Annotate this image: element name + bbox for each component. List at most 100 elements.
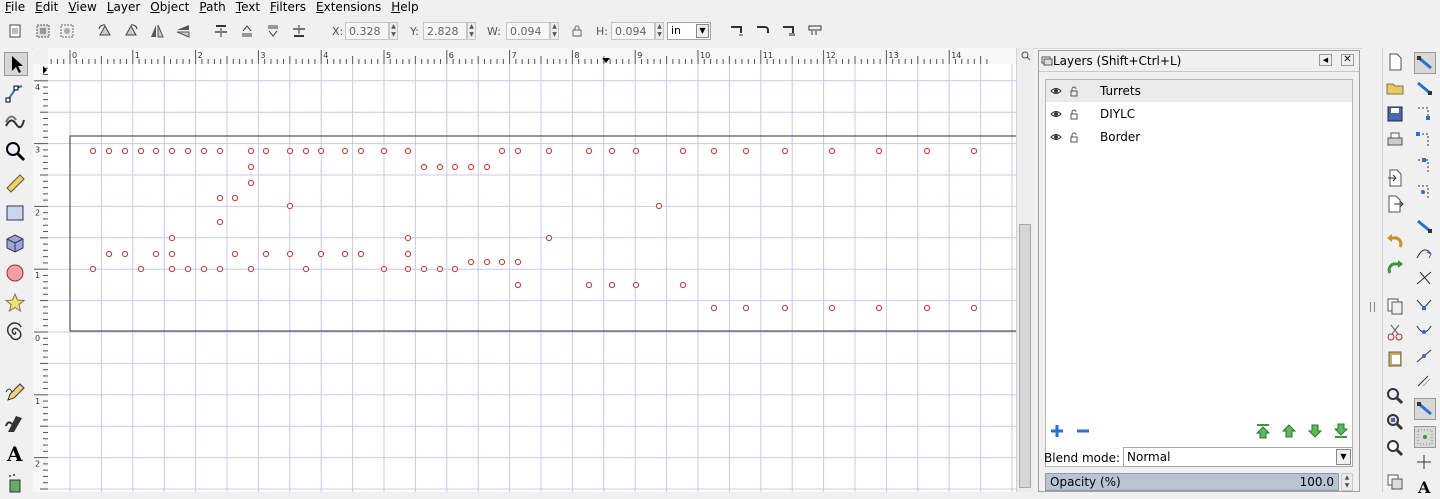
scale-corners-icon[interactable] [754,22,772,40]
turret-circle[interactable] [514,147,522,155]
redo-icon[interactable] [1385,258,1407,280]
turret-circle[interactable] [168,234,176,242]
save-icon[interactable] [1385,104,1407,126]
turret-circle[interactable] [404,250,412,258]
lock-icon[interactable] [568,22,586,40]
menu-text[interactable]: Text [231,1,265,14]
zoom-drawing-icon[interactable] [1385,412,1407,434]
unlocked-icon[interactable] [1068,131,1080,143]
turret-circle[interactable] [168,250,176,258]
export-icon[interactable] [1385,194,1407,216]
menu-help[interactable]: Help [386,1,423,14]
measure-tool[interactable] [4,172,28,196]
raise-icon[interactable] [238,22,256,40]
zoom-corner-icon[interactable] [1021,50,1031,61]
text-tool[interactable]: A [4,442,28,466]
turret-circle[interactable] [105,250,113,258]
turret-circle[interactable] [200,265,208,273]
zoom-selection-icon[interactable] [1385,386,1407,408]
turret-circle[interactable] [923,304,931,312]
new-document-icon[interactable] [1385,52,1407,74]
turret-circle[interactable] [216,147,224,155]
selector-tool[interactable] [4,52,28,76]
snap-grid-icon[interactable] [1414,426,1436,448]
rectangle-tool[interactable] [4,202,28,226]
snap-toggle-icon[interactable] [1414,52,1436,74]
turret-circle[interactable] [137,265,145,273]
turret-circle[interactable] [184,265,192,273]
x-input[interactable] [345,22,389,40]
turret-circle[interactable] [216,218,224,226]
turret-circle[interactable] [420,265,428,273]
snap-nodes-icon[interactable] [1414,216,1436,238]
turret-circle[interactable] [152,147,160,155]
star-tool[interactable] [4,292,28,316]
open-icon[interactable] [1385,78,1407,100]
flip-vertical-icon[interactable] [174,22,192,40]
add-layer-icon[interactable] [1049,423,1065,439]
dock-handle-icon[interactable] [1370,302,1375,312]
turret-circle[interactable] [286,250,294,258]
turret-circle[interactable] [357,147,365,155]
turret-circle[interactable] [137,147,145,155]
turret-circle[interactable] [317,250,325,258]
turret-circle[interactable] [970,147,978,155]
turret-circle[interactable] [247,147,255,155]
turret-circle[interactable] [380,147,388,155]
turret-circle[interactable] [404,147,412,155]
ellipse-tool[interactable] [4,262,28,286]
dock-separator[interactable] [1362,48,1382,492]
raise-to-top-icon[interactable] [212,22,230,40]
turret-circle[interactable] [545,234,553,242]
duplicate-icon[interactable] [1385,472,1407,494]
snap-bbox-edges-icon[interactable] [1414,104,1436,126]
turret-circle[interactable] [451,265,459,273]
turret-circle[interactable] [923,147,931,155]
turret-circle[interactable] [200,147,208,155]
turret-circle[interactable] [420,163,428,171]
turret-circle[interactable] [514,281,522,289]
layer-row-border[interactable]: Border [1046,126,1352,148]
snap-cusp-nodes-icon[interactable] [1414,294,1436,316]
turret-circle[interactable] [632,147,640,155]
turret-circle[interactable] [121,147,129,155]
turret-circle[interactable] [970,304,978,312]
y-input[interactable] [423,22,467,40]
turret-circle[interactable] [632,281,640,289]
turret-circle[interactable] [585,281,593,289]
select-all-icon[interactable] [6,22,24,40]
turret-circle[interactable] [262,250,270,258]
layer-to-top-icon[interactable] [1255,423,1271,439]
snap-guides-icon[interactable] [1414,452,1436,474]
opacity-spinner[interactable]: ▲ ▼ [1341,473,1353,491]
turret-circle[interactable] [710,147,718,155]
scrollbar-thumb[interactable] [1019,224,1031,488]
rotate-cw-icon[interactable] [122,22,140,40]
zoom-page-icon[interactable] [1385,438,1407,460]
turret-circle[interactable] [498,147,506,155]
turret-circle[interactable] [317,147,325,155]
lower-icon[interactable] [264,22,282,40]
turret-circle[interactable] [483,258,491,266]
turret-circle[interactable] [483,163,491,171]
turret-circle[interactable] [404,265,412,273]
snap-smooth-nodes-icon[interactable] [1414,320,1436,342]
layer-row-turrets[interactable]: Turrets [1046,80,1352,102]
snap-object-centers-icon[interactable] [1414,372,1436,394]
unlocked-icon[interactable] [1068,108,1080,120]
turret-circle[interactable] [380,265,388,273]
layer-up-icon[interactable] [1281,423,1297,439]
turret-circle[interactable] [875,147,883,155]
move-patterns-icon[interactable] [806,22,824,40]
turret-circle[interactable] [404,234,412,242]
cut-icon[interactable] [1385,322,1407,344]
turret-circle[interactable] [286,202,294,210]
snap-bbox-midpoints-icon[interactable] [1414,156,1436,178]
turret-circle[interactable] [286,147,294,155]
move-gradients-icon[interactable] [780,22,798,40]
opacity-slider[interactable]: Opacity (%) 100.0 [1045,473,1339,491]
turret-circle[interactable] [467,163,475,171]
x-spinner[interactable]: ▲ ▼ [389,22,398,40]
turret-circle[interactable] [781,304,789,312]
turret-circle[interactable] [875,304,883,312]
